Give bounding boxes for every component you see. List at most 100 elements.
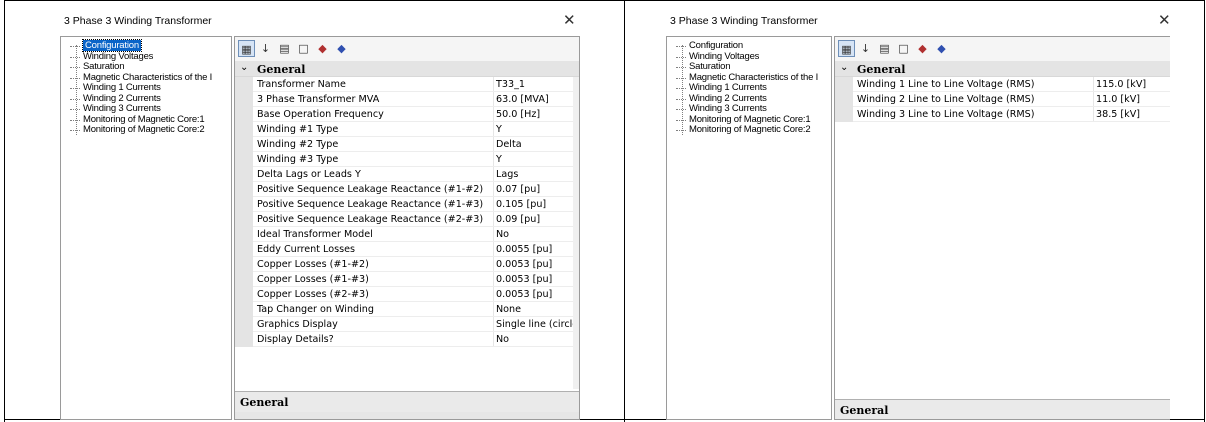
property-value[interactable]: 63.0 [MVA]	[493, 92, 549, 107]
property-row[interactable]: Winding 1 Line to Line Voltage (RMS) 115.…	[835, 77, 1170, 92]
tree-item[interactable]: Winding 3 Currents	[673, 104, 818, 114]
property-row[interactable]: Winding #1 Type Y	[235, 122, 579, 137]
new-page-icon[interactable]: □	[895, 40, 912, 57]
unpin-icon[interactable]: ◆	[333, 40, 350, 57]
scrollbar[interactable]	[573, 77, 579, 389]
categorized-icon[interactable]: ▦	[238, 40, 255, 57]
property-name: Eddy Current Losses	[257, 244, 355, 255]
property-row[interactable]: Positive Sequence Leakage Reactance (#1-…	[235, 182, 579, 197]
property-name: Display Details?	[257, 334, 334, 345]
property-row[interactable]: Copper Losses (#1-#3) 0.0053 [pu]	[235, 272, 579, 287]
description-title: General	[240, 396, 289, 409]
tree-item[interactable]: Winding 3 Currents	[67, 104, 212, 114]
new-page-icon[interactable]: □	[295, 40, 312, 57]
property-name: Winding 1 Line to Line Voltage (RMS)	[857, 79, 1035, 90]
chevron-down-icon[interactable]: ⌄	[840, 62, 848, 73]
property-value[interactable]: 11.0 [kV]	[1093, 92, 1140, 107]
property-value[interactable]: Y	[493, 122, 502, 137]
category-label: General	[857, 63, 906, 76]
tree-item[interactable]: Monitoring of Magnetic Core:2	[67, 125, 212, 135]
property-row[interactable]: 3 Phase Transformer MVA 63.0 [MVA]	[235, 92, 579, 107]
close-icon[interactable]: ✕	[1158, 11, 1171, 29]
property-value[interactable]: Y	[493, 152, 502, 167]
property-value[interactable]: 0.105 [pu]	[493, 197, 546, 212]
pin-icon[interactable]: ◆	[314, 40, 331, 57]
close-icon[interactable]: ✕	[563, 11, 576, 29]
property-row[interactable]: Transformer Name T33_1	[235, 77, 579, 92]
tree-item-label: Magnetic Characteristics of the I	[83, 71, 213, 83]
property-row[interactable]: Winding #2 Type Delta	[235, 137, 579, 152]
tree-item[interactable]: Saturation	[673, 62, 818, 72]
property-value[interactable]: Lags	[493, 167, 518, 182]
tree-item[interactable]: Monitoring of Magnetic Core:2	[673, 125, 818, 135]
property-value[interactable]: 0.0053 [pu]	[493, 287, 552, 302]
property-row[interactable]: Copper Losses (#2-#3) 0.0053 [pu]	[235, 287, 579, 302]
category-row[interactable]: ⌄ General	[835, 61, 1170, 77]
property-pages-icon[interactable]: ▤	[276, 40, 293, 57]
right-dialog: 3 Phase 3 Winding Transformer ✕ Configur…	[666, 8, 1171, 420]
tree-item[interactable]: Configuration	[67, 39, 212, 52]
tree-item[interactable]: Configuration	[673, 41, 818, 51]
tree-item[interactable]: Monitoring of Magnetic Core:1	[67, 114, 212, 125]
property-grid: ▦ ↓ ▤ □ ◆ ◆ ⌄ General Winding 1 Line to …	[834, 36, 1170, 420]
pin-icon[interactable]: ◆	[914, 40, 931, 57]
tree-item[interactable]: Winding 2 Currents	[673, 92, 818, 104]
property-row[interactable]: Tap Changer on Winding None	[235, 302, 579, 317]
property-row[interactable]: Delta Lags or Leads Y Lags	[235, 167, 579, 182]
tree-item[interactable]: Winding 1 Currents	[67, 83, 212, 93]
property-row[interactable]: Positive Sequence Leakage Reactance (#1-…	[235, 197, 579, 212]
property-value[interactable]: 38.5 [kV]	[1093, 107, 1140, 122]
category-row[interactable]: ⌄ General	[235, 61, 579, 77]
tree-item[interactable]: Magnetic Characteristics of the I	[67, 71, 213, 83]
tree-item-label: Winding 2 Currents	[689, 92, 767, 104]
property-row[interactable]: Display Details? No	[235, 332, 579, 347]
tree-item[interactable]: Monitoring of Magnetic Core:1	[673, 113, 818, 125]
property-row[interactable]: Eddy Current Losses 0.0055 [pu]	[235, 242, 579, 257]
property-row[interactable]: Copper Losses (#1-#2) 0.0053 [pu]	[235, 257, 579, 272]
property-row[interactable]: Winding 3 Line to Line Voltage (RMS) 38.5…	[835, 107, 1170, 122]
property-row[interactable]: Ideal Transformer Model No	[235, 227, 579, 242]
tree-item[interactable]: Winding 1 Currents	[673, 83, 818, 93]
description-box: General	[835, 399, 1170, 419]
property-name: Positive Sequence Leakage Reactance (#1-…	[257, 184, 484, 195]
property-value[interactable]: Single line (circles)	[493, 317, 579, 332]
property-name: Winding #2 Type	[257, 139, 339, 150]
property-value[interactable]: Delta	[493, 137, 522, 152]
property-row[interactable]: Base Operation Frequency 50.0 [Hz]	[235, 107, 579, 122]
tree-item-label: Monitoring of Magnetic Core:2	[689, 124, 811, 135]
chevron-down-icon[interactable]: ⌄	[240, 62, 248, 73]
tree-item-label: Winding 1 Currents	[689, 82, 767, 93]
alphabetical-sort-icon[interactable]: ↓	[257, 40, 274, 57]
property-value[interactable]: 50.0 [Hz]	[493, 107, 540, 122]
property-row[interactable]: Winding #3 Type Y	[235, 152, 579, 167]
property-value[interactable]: 0.09 [pu]	[493, 212, 540, 227]
property-value[interactable]: No	[493, 227, 509, 242]
unpin-icon[interactable]: ◆	[933, 40, 950, 57]
alphabetical-sort-icon[interactable]: ↓	[857, 40, 874, 57]
tree-item[interactable]: Winding Voltages	[67, 51, 212, 62]
property-value[interactable]: 0.07 [pu]	[493, 182, 540, 197]
tree-item[interactable]: Winding Voltages	[673, 51, 818, 62]
description-box: General	[235, 391, 579, 419]
property-value[interactable]: 0.0053 [pu]	[493, 272, 552, 287]
tree-item-label: Monitoring of Magnetic Core:1	[689, 113, 811, 125]
property-value[interactable]: T33_1	[493, 77, 525, 92]
property-row[interactable]: Positive Sequence Leakage Reactance (#2-…	[235, 212, 579, 227]
property-value[interactable]: No	[493, 332, 509, 347]
property-name: Positive Sequence Leakage Reactance (#2-…	[257, 214, 484, 225]
property-row[interactable]: Winding 2 Line to Line Voltage (RMS) 11.0…	[835, 92, 1170, 107]
category-label: General	[257, 63, 306, 76]
tree-item[interactable]: Winding 2 Currents	[67, 92, 212, 104]
property-value[interactable]: 0.0053 [pu]	[493, 257, 552, 272]
categorized-icon[interactable]: ▦	[838, 40, 855, 57]
property-value[interactable]: 0.0055 [pu]	[493, 242, 552, 257]
property-value[interactable]: 115.0 [kV]	[1093, 77, 1146, 92]
tree-item-label: Configuration	[82, 39, 142, 52]
tree-panel: Configuration Winding Voltages Saturation M…	[666, 36, 832, 420]
property-value[interactable]: None	[493, 302, 521, 317]
tree-item[interactable]: Saturation	[67, 62, 212, 72]
property-pages-icon[interactable]: ▤	[876, 40, 893, 57]
tree-item-label: Winding 2 Currents	[83, 92, 161, 104]
property-row[interactable]: Graphics Display Single line (circles)	[235, 317, 579, 332]
tree-item[interactable]: Magnetic Characteristics of the I	[673, 72, 818, 83]
